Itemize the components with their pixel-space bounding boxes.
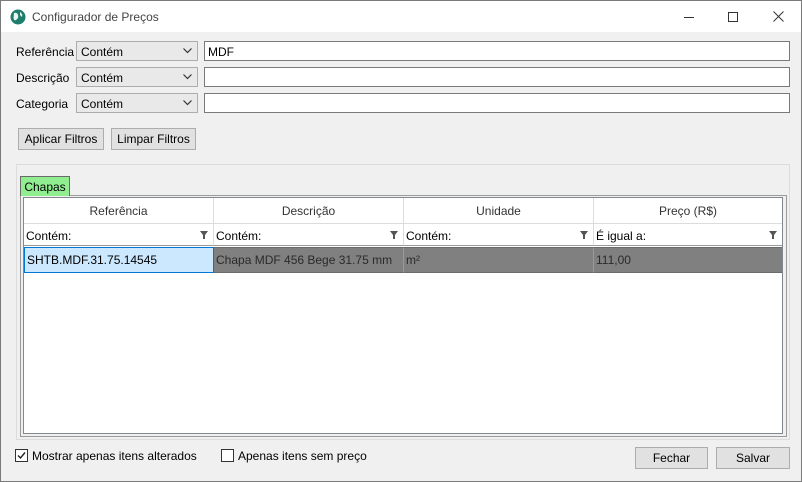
categoria-input[interactable] [204,93,790,113]
clear-filters-button[interactable]: Limpar Filtros [111,128,196,150]
save-button[interactable]: Salvar [716,447,790,469]
referencia-input[interactable]: MDF [204,41,790,61]
referencia-operator-value: Contém [81,45,124,59]
filter-icon [200,231,208,239]
descricao-operator-select[interactable]: Contém [76,67,198,87]
filter-icon [769,231,777,239]
filter-operator: É igual a: [596,229,647,243]
filter-cell-descricao[interactable]: Contém: [214,224,404,246]
column-header-unidade[interactable]: Unidade [404,198,594,224]
column-header-preco[interactable]: Preço (R$) [594,198,782,224]
column-header-referencia[interactable]: Referência [24,198,214,224]
filter-operator: Contém: [26,229,72,243]
table-cell-descricao[interactable]: Chapa MDF 456 Bege 31.75 mm [214,247,404,273]
minimize-icon [684,16,694,18]
table-cell-referencia[interactable]: SHTB.MDF.31.75.14545 [24,247,214,273]
close-icon [772,11,784,22]
price-grid[interactable]: Referência Descrição Unidade Preço (R$) … [23,197,783,434]
categoria-operator-select[interactable]: Contém [76,93,198,113]
column-header-descricao[interactable]: Descrição [214,198,404,224]
filter-icon [580,231,588,239]
filter-icon [390,231,398,239]
only-changed-label[interactable]: Mostrar apenas itens alterados [32,449,197,463]
globe-icon [10,9,26,25]
referencia-input-value: MDF [208,45,234,59]
close-button[interactable]: Fechar [635,447,708,469]
table-cell-unidade[interactable]: m² [404,247,594,273]
chevron-down-icon [183,100,192,106]
table-cell-preco[interactable]: 111,00 [594,247,782,273]
tab-chapas[interactable]: Chapas [20,176,70,196]
configurador-window: Configurador de Preços Referência Contém… [0,0,802,482]
filter-cell-unidade[interactable]: Contém: [404,224,594,246]
title-bar: Configurador de Preços [1,1,801,32]
only-changed-checkbox[interactable] [15,449,28,462]
maximize-button[interactable] [710,1,756,32]
filter-cell-referencia[interactable]: Contém: [24,224,214,246]
filter-operator: Contém: [216,229,262,243]
chevron-down-icon [183,48,192,54]
descricao-operator-value: Contém [81,71,124,85]
no-price-checkbox[interactable] [221,449,234,462]
window-title: Configurador de Preços [32,10,159,24]
filter-operator: Contém: [406,229,452,243]
maximize-icon [728,11,738,22]
descricao-label: Descrição [16,71,70,85]
close-window-button[interactable] [755,1,801,32]
no-price-label[interactable]: Apenas itens sem preço [238,449,367,463]
referencia-label: Referência [16,45,75,59]
apply-filters-button[interactable]: Aplicar Filtros [18,128,104,150]
check-icon [17,452,26,460]
referencia-operator-select[interactable]: Contém [76,41,198,61]
descricao-input[interactable] [204,67,790,87]
minimize-button[interactable] [666,1,712,32]
filter-cell-preco[interactable]: É igual a: [594,224,782,246]
categoria-label: Categoria [16,97,69,111]
categoria-operator-value: Contém [81,97,124,111]
chevron-down-icon [183,74,192,80]
